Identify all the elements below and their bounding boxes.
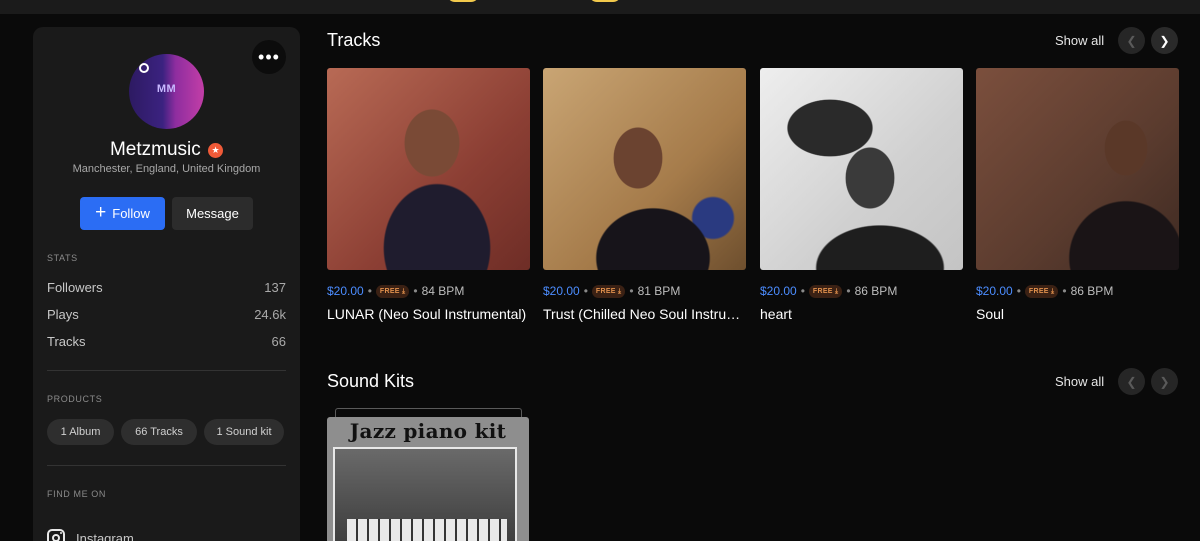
track-title[interactable]: heart bbox=[760, 306, 963, 322]
tracks-show-all-link[interactable]: Show all bbox=[1055, 33, 1104, 48]
tracks-next-button[interactable]: ❯ bbox=[1151, 27, 1178, 54]
instagram-icon bbox=[47, 529, 65, 541]
soundkits-prev-button[interactable]: ❮ bbox=[1118, 368, 1145, 395]
product-chip-album[interactable]: 1 Album bbox=[47, 419, 114, 445]
piano-keys-graphic bbox=[347, 519, 507, 541]
profile-sidebar: ••• MM Metzmusic ★ Manchester, England, … bbox=[33, 27, 300, 541]
stat-label: Tracks bbox=[47, 334, 86, 349]
stat-row-plays: Plays 24.6k bbox=[47, 307, 286, 322]
track-meta: $20.00 • FREE ⤓ • 86 BPM bbox=[976, 284, 1179, 298]
free-download-badge[interactable]: FREE ⤓ bbox=[808, 284, 843, 298]
separator-dot: • bbox=[846, 284, 851, 298]
avatar-ring-decoration bbox=[139, 63, 149, 73]
social-link-instagram[interactable]: Instagram bbox=[47, 529, 134, 541]
social-link-label: Instagram bbox=[76, 530, 134, 541]
chevron-right-icon: ❯ bbox=[1159, 374, 1170, 389]
avatar-initials: MM bbox=[156, 83, 177, 95]
track-card[interactable]: $20.00 • FREE ⤓ • 86 BPM heart bbox=[760, 68, 963, 322]
more-options-button[interactable]: ••• bbox=[252, 40, 286, 74]
track-price[interactable]: $20.00 bbox=[543, 284, 580, 298]
track-title[interactable]: LUNAR (Neo Soul Instrumental) bbox=[327, 306, 530, 322]
track-bpm: 84 BPM bbox=[421, 284, 465, 298]
separator-dot: • bbox=[800, 284, 805, 298]
top-bar bbox=[0, 0, 1200, 14]
soundkits-show-all-link[interactable]: Show all bbox=[1055, 374, 1104, 389]
products-heading: PRODUCTS bbox=[47, 394, 103, 404]
profile-name: Metzmusic ★ bbox=[33, 139, 300, 161]
track-title[interactable]: Soul bbox=[976, 306, 1179, 322]
verified-badge-icon: ★ bbox=[208, 143, 224, 158]
message-button[interactable]: Message bbox=[172, 197, 253, 230]
track-meta: $20.00 • FREE ⤓ • 81 BPM bbox=[543, 284, 746, 298]
free-download-badge[interactable]: FREE ⤓ bbox=[375, 284, 410, 298]
track-card[interactable]: $20.00 • FREE ⤓ • 81 BPM Trust (Chilled … bbox=[543, 68, 746, 322]
product-chip-soundkit[interactable]: 1 Sound kit bbox=[204, 419, 284, 445]
track-cover-image[interactable] bbox=[976, 68, 1179, 270]
separator-dot: • bbox=[1062, 284, 1067, 298]
track-bpm: 86 BPM bbox=[854, 284, 898, 298]
stat-value: 24.6k bbox=[254, 307, 286, 322]
stat-label: Plays bbox=[47, 307, 79, 322]
separator-dot: • bbox=[1016, 284, 1021, 298]
free-download-badge[interactable]: FREE ⤓ bbox=[1024, 284, 1059, 298]
profile-name-text: Metzmusic bbox=[109, 139, 201, 160]
track-price[interactable]: $20.00 bbox=[760, 284, 797, 298]
top-bar-tab[interactable] bbox=[589, 0, 621, 2]
free-download-badge[interactable]: FREE ⤓ bbox=[591, 284, 626, 298]
avatar: MM bbox=[129, 54, 204, 129]
track-meta: $20.00 • FREE ⤓ • 86 BPM bbox=[760, 284, 963, 298]
divider bbox=[47, 465, 286, 466]
stat-row-tracks: Tracks 66 bbox=[47, 334, 286, 349]
soundkit-cover-image bbox=[333, 447, 517, 541]
track-cover-image[interactable] bbox=[543, 68, 746, 270]
separator-dot: • bbox=[583, 284, 588, 298]
plus-icon: + bbox=[95, 202, 107, 223]
follow-label: Follow bbox=[112, 206, 150, 221]
tracks-section-title: Tracks bbox=[327, 30, 381, 50]
separator-dot: • bbox=[367, 284, 372, 298]
stats-heading: STATS bbox=[47, 253, 78, 263]
soundkits-next-button[interactable]: ❯ bbox=[1151, 368, 1178, 395]
chevron-left-icon: ❮ bbox=[1126, 374, 1137, 389]
track-meta: $20.00 • FREE ⤓ • 84 BPM bbox=[327, 284, 530, 298]
track-cover-image[interactable] bbox=[760, 68, 963, 270]
product-chip-tracks[interactable]: 66 Tracks bbox=[121, 419, 197, 445]
stat-value: 137 bbox=[264, 280, 286, 295]
tracks-prev-button[interactable]: ❮ bbox=[1118, 27, 1145, 54]
track-bpm: 86 BPM bbox=[1070, 284, 1114, 298]
separator-dot: • bbox=[629, 284, 634, 298]
soundkit-cover-text: Jazz piano kit bbox=[349, 419, 507, 443]
stat-row-followers: Followers 137 bbox=[47, 280, 286, 295]
soundkit-card[interactable]: Jazz piano kit bbox=[327, 417, 529, 541]
find-me-heading: FIND ME ON bbox=[47, 489, 106, 499]
stat-label: Followers bbox=[47, 280, 103, 295]
divider bbox=[47, 370, 286, 371]
track-bpm: 81 BPM bbox=[637, 284, 681, 298]
follow-button[interactable]: + Follow bbox=[80, 197, 165, 230]
track-card[interactable]: $20.00 • FREE ⤓ • 86 BPM Soul bbox=[976, 68, 1179, 322]
track-title[interactable]: Trust (Chilled Neo Soul Instrumental) bbox=[543, 306, 746, 322]
track-cover-image[interactable] bbox=[327, 68, 530, 270]
track-card[interactable]: $20.00 • FREE ⤓ • 84 BPM LUNAR (Neo Soul… bbox=[327, 68, 530, 322]
chevron-left-icon: ❮ bbox=[1126, 33, 1137, 48]
profile-location: Manchester, England, United Kingdom bbox=[72, 163, 261, 175]
top-bar-tab[interactable] bbox=[447, 0, 479, 2]
track-price[interactable]: $20.00 bbox=[327, 284, 364, 298]
soundkits-section-title: Sound Kits bbox=[327, 371, 415, 391]
separator-dot: • bbox=[413, 284, 418, 298]
stat-value: 66 bbox=[271, 334, 286, 349]
chevron-right-icon: ❯ bbox=[1159, 33, 1170, 48]
track-price[interactable]: $20.00 bbox=[976, 284, 1013, 298]
